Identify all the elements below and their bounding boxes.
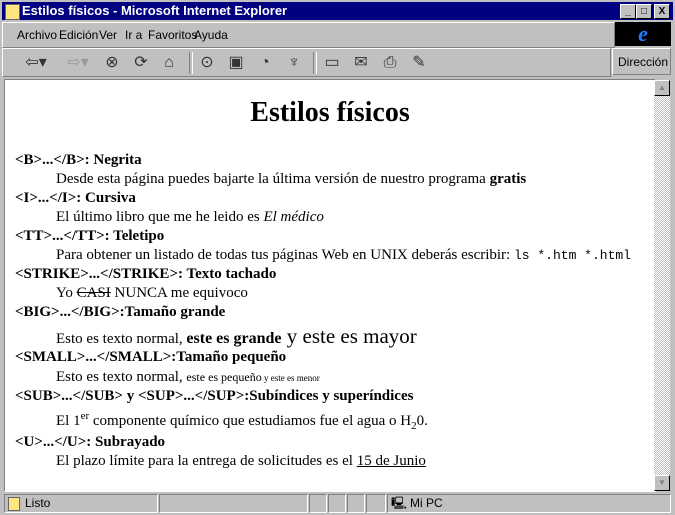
title-bar: Estilos físicos - Microsoft Internet Exp… [2,2,673,20]
status-bar: Listo 🖳 Mi PC [2,493,673,513]
big-example: Esto es texto normal, este es grande y e… [56,324,417,348]
underline-example: El plazo límite para la entrega de solic… [56,453,426,469]
vertical-scrollbar[interactable]: ▲ ▼ [654,80,670,491]
mail-icon[interactable]: ✉ [350,52,372,74]
print-icon[interactable]: ⎙ [379,52,401,74]
italic-heading: <I>...</I>: Cursiva [15,190,136,206]
computer-icon: 🖳 [391,496,408,510]
strike-heading: <STRIKE>...</STRIKE>: Texto tachado [15,266,277,282]
window-title: Estilos físicos - Microsoft Internet Exp… [22,3,288,18]
toolbar: ⇦▾ ⇨▾ ⊗ ⟳ ⌂ ⊙ ▣ ◔ ♆ ▭ ✉ ⎙ ✎ [2,48,611,77]
page-title: Estilos físicos [250,97,410,128]
menu-bar: Archivo Edición Ver Ir a Favoritos Ayuda [2,22,615,48]
menu-edicion[interactable]: Edición [59,28,98,42]
page-content: Estilos físicos <B>...</B>: Negrita Desd… [4,79,656,492]
home-icon[interactable]: ⌂ [158,52,180,74]
edit-icon[interactable]: ✎ [408,52,430,74]
scroll-up-button[interactable]: ▲ [654,80,670,96]
status-text-panel: Listo [4,494,158,513]
scroll-down-button[interactable]: ▼ [654,475,670,491]
italic-example: El último libro que me he leido es El mé… [56,209,324,225]
small-heading: <SMALL>...</SMALL>:Tamaño pequeño [15,349,287,365]
address-label[interactable]: Dirección [612,48,671,75]
underline-heading: <U>...</U>: Subrayado [15,434,166,450]
ie-page-icon [5,4,20,20]
maximize-button[interactable]: □ [636,4,652,19]
refresh-icon[interactable]: ⟳ [130,52,152,74]
close-button[interactable]: X [654,4,670,19]
zone-panel: 🖳 Mi PC [387,494,671,513]
back-icon[interactable]: ⇦▾ [21,52,51,74]
channels-icon[interactable]: ♆ [283,52,305,74]
menu-ayuda[interactable]: Ayuda [194,28,228,42]
teletype-example: Para obtener un listado de todas tus pág… [56,247,631,263]
minimize-button[interactable]: _ [620,4,636,19]
search-icon[interactable]: ⊙ [196,52,218,74]
stop-icon[interactable]: ⊗ [101,52,123,74]
bold-example: Desde esta página puedes bajarte la últi… [56,171,527,187]
forward-icon[interactable]: ⇨▾ [63,52,93,74]
sub-sup-example: El 1er componente químico que estudiamos… [56,410,428,432]
strike-example: Yo CASI NUNCA me equivoco [56,285,248,301]
fullscreen-icon[interactable]: ▭ [321,52,343,74]
sub-sup-heading: <SUB>...</SUB> y <SUP>...</SUP>:Subíndic… [15,388,414,404]
menu-favoritos[interactable]: Favoritos [148,28,197,42]
menu-ver[interactable]: Ver [99,28,117,42]
ie-logo: e [615,22,671,46]
menu-ir-a[interactable]: Ir a [125,28,142,42]
page-icon [8,497,20,511]
big-heading: <BIG>...</BIG>:Tamaño grande [15,304,226,320]
favorites-icon[interactable]: ▣ [225,52,247,74]
menu-archivo[interactable]: Archivo [17,28,57,42]
bold-heading: <B>...</B>: Negrita [15,152,142,168]
history-icon[interactable]: ◔ [254,52,276,74]
teletype-heading: <TT>...</TT>: Teletipo [15,228,165,244]
small-example: Esto es texto normal, este es pequeño y … [56,369,320,385]
